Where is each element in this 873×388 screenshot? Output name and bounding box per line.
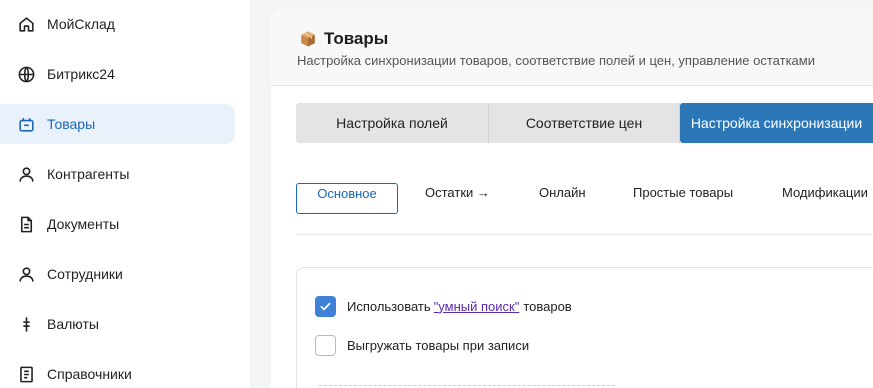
sidebar-item-moysklad[interactable]: МойСклад	[0, 4, 235, 44]
sidebar-item-label: Битрикс24	[47, 66, 115, 82]
sidebar-item-label: МойСклад	[47, 16, 115, 32]
divider	[296, 234, 873, 235]
subtab-main[interactable]: Основное	[296, 183, 398, 214]
subtab-online[interactable]: Онлайн	[539, 183, 586, 214]
dotted-separator	[319, 385, 615, 386]
sidebar-item-label: Валюты	[47, 316, 99, 332]
globe-icon	[16, 64, 36, 84]
document-icon	[16, 214, 36, 234]
export-on-save-checkbox[interactable]	[315, 334, 336, 356]
book-icon	[16, 364, 36, 384]
option-export-on-save: Выгружать товары при записи	[315, 334, 529, 356]
tab-fields-settings[interactable]: Настройка полей	[296, 103, 489, 143]
smart-search-link[interactable]: "умный поиск"	[434, 299, 520, 314]
sidebar-item-directories[interactable]: Справочники	[0, 354, 235, 388]
currency-icon	[16, 314, 36, 334]
tab-sync-settings[interactable]: Настройка синхронизации	[680, 103, 873, 143]
sidebar-item-bitrix24[interactable]: Битрикс24	[0, 54, 235, 94]
subtab-stock[interactable]: Остатки →	[425, 183, 490, 214]
sidebar: МойСклад Битрикс24 Товары Контрагенты До…	[0, 0, 250, 388]
smart-search-suffix: товаров	[523, 298, 572, 314]
sidebar-item-label: Документы	[47, 216, 120, 232]
sidebar-item-label: Контрагенты	[47, 166, 130, 182]
sidebar-item-currencies[interactable]: Валюты	[0, 304, 235, 344]
content-area: Настройка полей Соответствие цен Настрой…	[271, 0, 873, 388]
person-icon	[16, 164, 36, 184]
checkmark-icon	[320, 302, 331, 310]
subtab-modifications[interactable]: Модификации	[782, 183, 868, 214]
sidebar-item-documents[interactable]: Документы	[0, 204, 235, 244]
settings-panel: Использовать "умный поиск" товаров Выгру…	[296, 267, 873, 388]
segmented-tabs: Настройка полей Соответствие цен Настрой…	[296, 103, 873, 143]
smart-search-prefix: Использовать	[347, 298, 431, 314]
export-on-save-label: Выгружать товары при записи	[347, 337, 530, 353]
option-smart-search: Использовать "умный поиск" товаров	[315, 295, 572, 317]
sidebar-item-employees[interactable]: Сотрудники	[0, 254, 235, 294]
smart-search-checkbox[interactable]	[315, 295, 336, 317]
subtab-simple-products[interactable]: Простые товары	[633, 183, 733, 214]
sidebar-item-label: Справочники	[47, 366, 132, 382]
sidebar-item-products[interactable]: Товары	[0, 104, 235, 144]
sidebar-item-counterparties[interactable]: Контрагенты	[0, 154, 235, 194]
tab-price-mapping[interactable]: Соответствие цен	[489, 103, 680, 143]
home-icon	[16, 14, 36, 34]
sidebar-item-label: Сотрудники	[47, 266, 123, 282]
subtabs: Основное Остатки → Онлайн Простые товары…	[296, 175, 873, 214]
sidebar-item-label: Товары	[47, 116, 96, 132]
person-icon	[16, 264, 36, 284]
cart-icon	[16, 114, 36, 134]
